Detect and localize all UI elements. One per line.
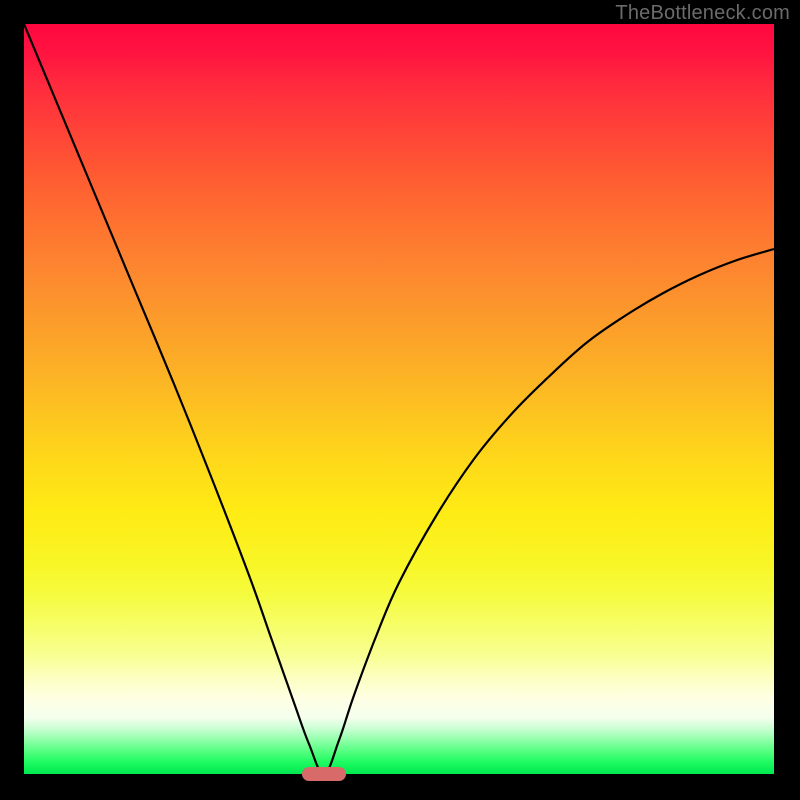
plot-area xyxy=(24,24,774,774)
bottleneck-marker xyxy=(302,767,346,781)
bottleneck-curve xyxy=(24,24,774,774)
watermark-text: TheBottleneck.com xyxy=(615,2,790,25)
